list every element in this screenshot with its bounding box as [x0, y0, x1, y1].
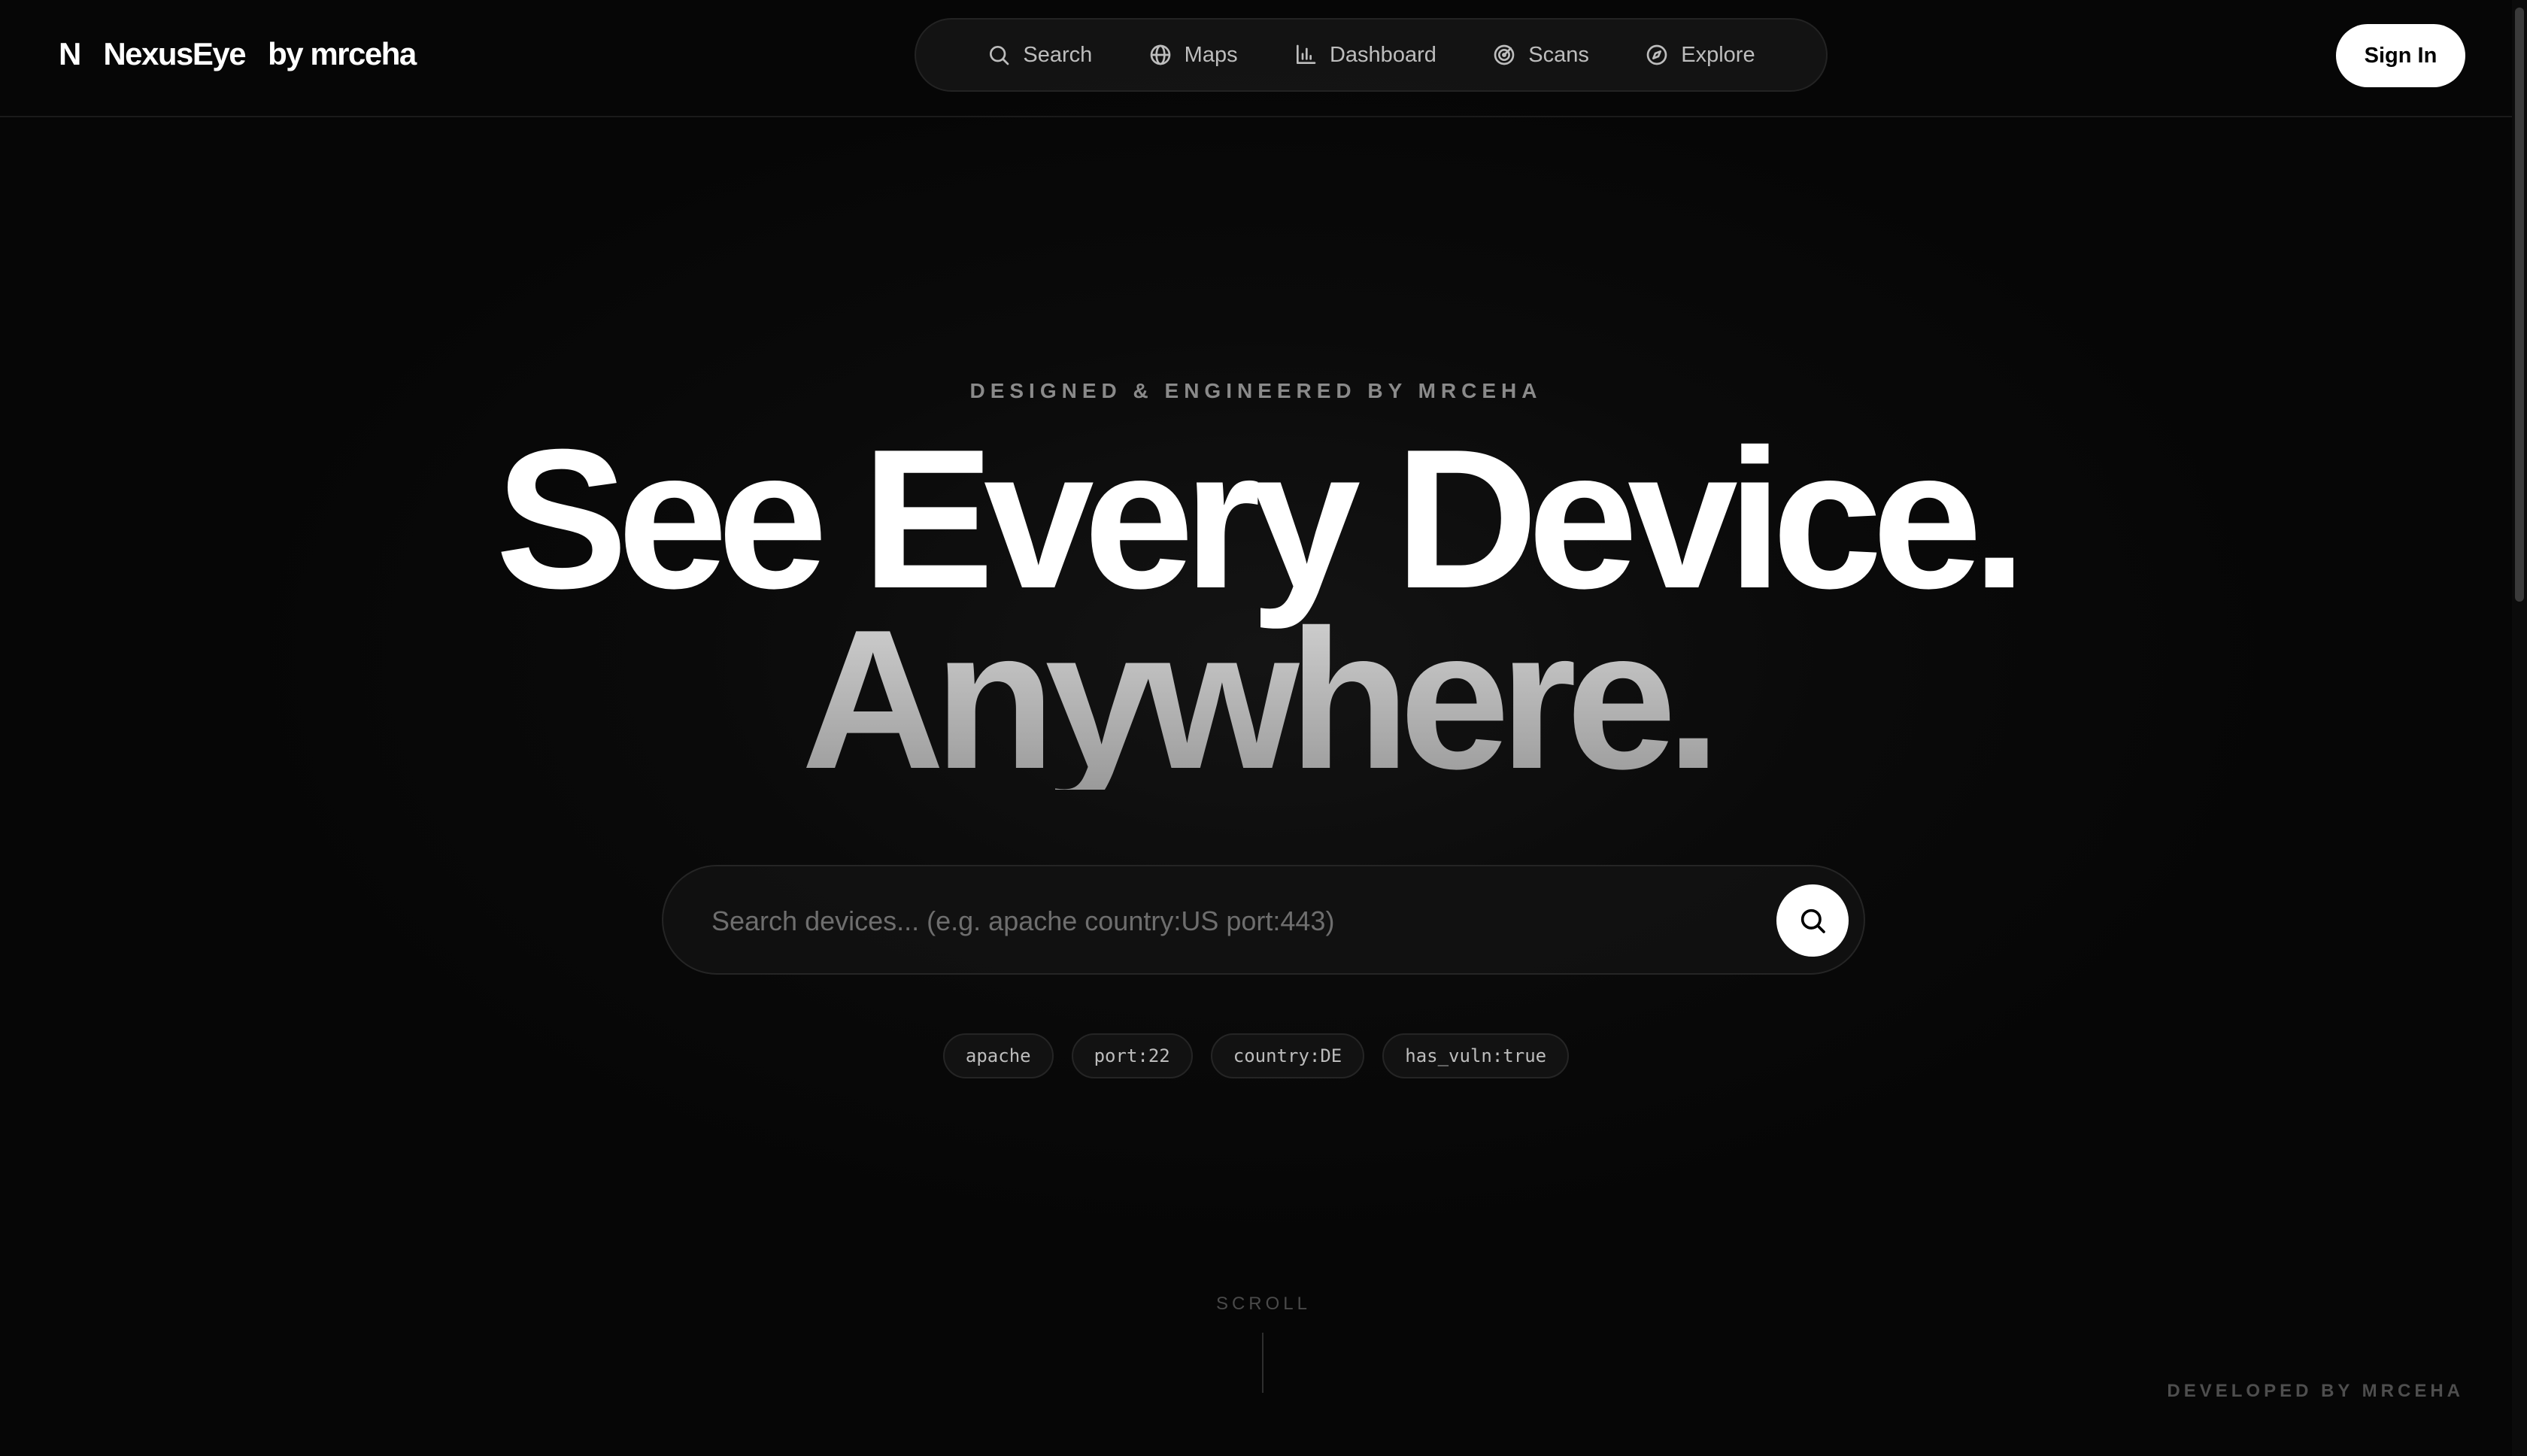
compass-icon	[1646, 44, 1667, 65]
search-input[interactable]	[710, 889, 1691, 954]
hero-eyebrow: DESIGNED & ENGINEERED BY MRCEHA	[969, 379, 1543, 402]
radar-icon	[1494, 44, 1515, 65]
query-chip-vuln[interactable]: has_vuln:true	[1382, 1033, 1570, 1078]
headline-line-1: See Every Device.	[495, 408, 2027, 629]
nav-item-label: Scans	[1528, 42, 1589, 67]
nav-item-label: Dashboard	[1329, 42, 1436, 67]
brand[interactable]: N NexusEye by mrceha	[59, 36, 417, 72]
nav-item-explore[interactable]: Explore	[1645, 43, 1755, 68]
nav-item-label: Search	[1023, 42, 1093, 67]
globe-icon	[1150, 44, 1171, 65]
main-nav: Search Maps Dashboard Scans Explore	[915, 18, 1828, 92]
search-submit-button[interactable]	[1776, 884, 1849, 957]
brand-logo-mark: N	[59, 36, 81, 71]
brand-name: NexusEye	[103, 36, 246, 71]
nav-item-search[interactable]: Search	[987, 43, 1092, 68]
nav-item-label: Maps	[1184, 42, 1238, 67]
nav-item-label: Explore	[1681, 42, 1755, 67]
query-chip-port[interactable]: port:22	[1071, 1033, 1193, 1078]
query-chip-apache[interactable]: apache	[942, 1033, 1054, 1078]
hero-headline: See Every Device. Anywhere.	[0, 408, 2512, 799]
scroll-hint-label: SCROLL	[1215, 1294, 1312, 1314]
headline-line-2: Anywhere.	[0, 600, 2512, 799]
nav-item-dashboard[interactable]: Dashboard	[1294, 43, 1436, 68]
nav-item-scans[interactable]: Scans	[1492, 43, 1589, 68]
brand-author: by mrceha	[268, 36, 417, 71]
sign-in-button[interactable]: Sign In	[2336, 24, 2465, 87]
page-scrollbar[interactable]	[2512, 0, 2527, 1456]
nav-item-maps[interactable]: Maps	[1148, 43, 1238, 68]
search-icon	[1800, 908, 1825, 933]
bar-chart-icon	[1296, 44, 1316, 64]
search-icon	[990, 46, 1009, 65]
top-navbar: N NexusEye by mrceha Search Maps Dashboa…	[0, 0, 2512, 117]
query-chip-country[interactable]: country:DE	[1210, 1033, 1365, 1078]
developer-credit: DEVELOPED BY MRCEHA	[2167, 1381, 2464, 1401]
scroll-hint-line	[1262, 1333, 1264, 1393]
scrollbar-thumb[interactable]	[2515, 8, 2524, 602]
device-search-bar	[662, 865, 1865, 975]
example-query-chips: apache port:22 country:DE has_vuln:true	[0, 1033, 2512, 1078]
